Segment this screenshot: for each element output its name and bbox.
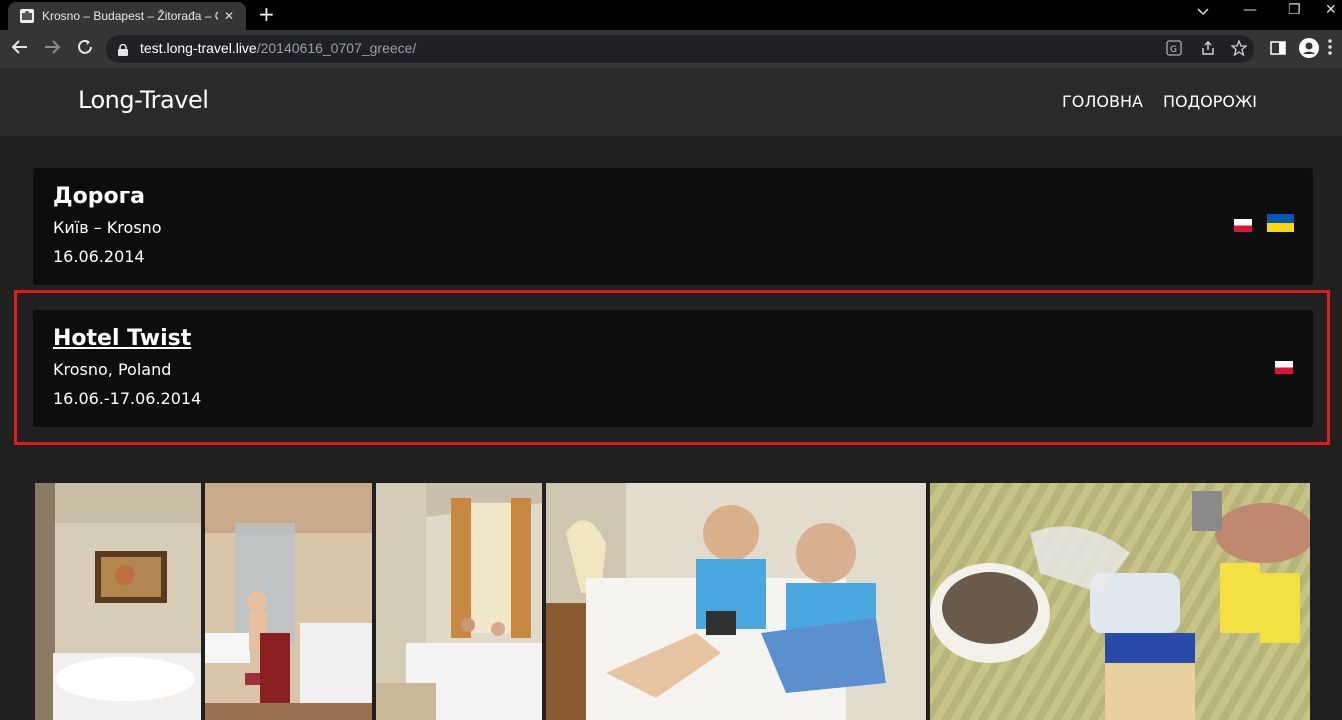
translate-icon[interactable]: G bbox=[1166, 40, 1182, 60]
close-window-button[interactable]: ✕ bbox=[1325, 2, 1337, 18]
card-title: Дорога bbox=[53, 184, 145, 209]
reload-icon[interactable] bbox=[76, 38, 94, 61]
bookmark-star-icon[interactable] bbox=[1230, 39, 1248, 60]
lock-icon[interactable] bbox=[118, 41, 128, 56]
tab-close-icon[interactable]: ✕ bbox=[224, 9, 234, 23]
browser-tab-strip: Krosno – Budapest – Žitorađa – C ✕ + — ❐… bbox=[0, 0, 1342, 30]
url-path: /20140616_0707_greece/ bbox=[256, 40, 417, 56]
site-favicon-icon bbox=[20, 9, 34, 23]
tab-title: Krosno – Budapest – Žitorađa – C bbox=[42, 9, 218, 23]
selection-highlight bbox=[14, 290, 1330, 445]
share-icon[interactable] bbox=[1200, 40, 1216, 60]
card-date: 16.06.2014 bbox=[53, 247, 145, 266]
photo-hotel-room[interactable] bbox=[35, 483, 201, 720]
menu-kebab-icon[interactable] bbox=[1328, 38, 1332, 60]
poland-flag-icon bbox=[1234, 219, 1252, 232]
url-host: test.long-travel.live bbox=[140, 40, 257, 56]
restore-button[interactable]: ❐ bbox=[1288, 2, 1301, 18]
photo-bathroom[interactable] bbox=[205, 483, 372, 720]
side-panel-icon[interactable] bbox=[1270, 40, 1286, 60]
tab-search-chevron-icon[interactable] bbox=[1197, 4, 1209, 20]
photo-food-on-table[interactable] bbox=[930, 483, 1310, 720]
forward-arrow-icon[interactable] bbox=[43, 38, 61, 61]
browser-tab[interactable]: Krosno – Budapest – Žitorađa – C ✕ bbox=[8, 2, 246, 30]
photo-hotel-room-window[interactable] bbox=[376, 483, 542, 720]
new-tab-button[interactable]: + bbox=[258, 3, 275, 25]
back-arrow-icon[interactable] bbox=[11, 38, 29, 61]
profile-avatar-icon[interactable] bbox=[1299, 38, 1319, 62]
site-logo[interactable]: Long-Travel bbox=[78, 86, 209, 114]
minimize-button[interactable]: — bbox=[1243, 2, 1257, 18]
svg-text:G: G bbox=[1170, 45, 1177, 55]
url-text[interactable]: test.long-travel.live/20140616_0707_gree… bbox=[140, 40, 416, 56]
nav-trips-link[interactable]: ПОДОРОЖІ bbox=[1163, 92, 1257, 111]
trip-card-road: Дорога Київ – Krosno 16.06.2014 bbox=[33, 168, 1313, 285]
photo-boys-with-tablet[interactable] bbox=[546, 483, 926, 720]
nav-home-link[interactable]: ГОЛОВНА bbox=[1062, 92, 1143, 111]
card-route: Київ – Krosno bbox=[53, 218, 162, 237]
ukraine-flag-icon bbox=[1267, 214, 1294, 232]
